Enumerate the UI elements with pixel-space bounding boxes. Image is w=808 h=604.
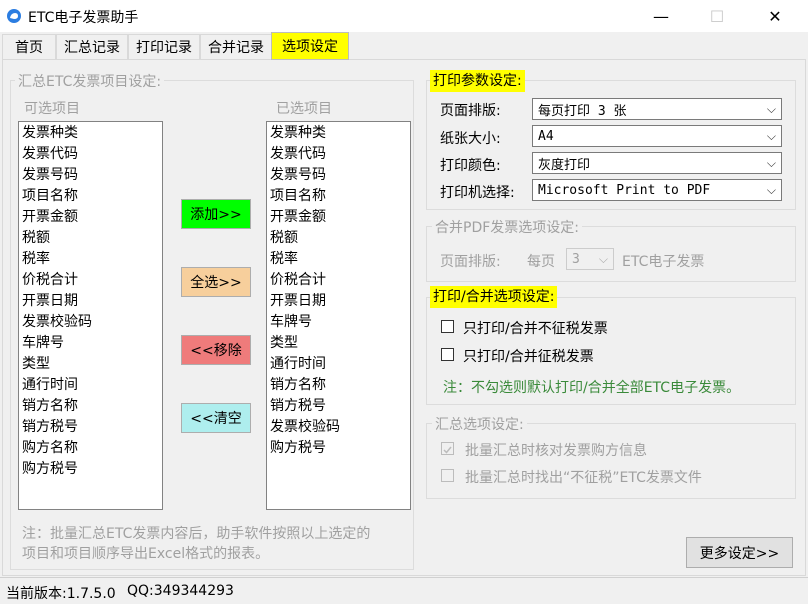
printer-value: Microsoft Print to PDF [538, 182, 711, 198]
list-item[interactable]: 税率 [270, 249, 407, 270]
chevron-down-icon: ⌵ [766, 102, 776, 116]
only-untaxed-label: 只打印/合并不征税发票 [463, 321, 608, 337]
print-merge-note: 注：不勾选则默认打印/合并全部ETC电子发票。 [443, 380, 741, 396]
remove-button[interactable]: <<移除 [181, 335, 251, 365]
merge-layout-label: 页面排版: [440, 254, 501, 270]
list-item[interactable]: 发票号码 [22, 165, 159, 186]
available-items-list[interactable]: 发票种类 发票代码 发票号码 项目名称 开票金额 税额 税率 价税合计 开票日期 发票校验码 车牌号… [18, 121, 163, 510]
only-untaxed-checkbox[interactable] [441, 320, 454, 333]
list-item[interactable]: 车牌号 [22, 333, 159, 354]
list-item[interactable]: 发票代码 [22, 144, 159, 165]
available-items-label: 可选项目 [24, 101, 80, 117]
merge-count-select[interactable]: 3 ⌵ [566, 248, 614, 270]
list-item[interactable]: 类型 [270, 333, 407, 354]
list-item[interactable]: 通行时间 [270, 354, 407, 375]
merge-count-value: 3 [572, 251, 580, 267]
tab-home[interactable]: 首页 [2, 34, 56, 59]
list-item[interactable]: 发票代码 [270, 144, 407, 165]
merge-suffix-label: ETC电子发票 [622, 254, 705, 270]
version-text: 当前版本:1.7.5.0 [6, 586, 116, 602]
chevron-down-icon: ⌵ [766, 156, 776, 170]
list-item[interactable]: 发票校验码 [270, 417, 407, 438]
tab-merge-records[interactable]: 合并记录 [200, 34, 272, 59]
list-item[interactable]: 销方名称 [22, 396, 159, 417]
list-item[interactable]: 项目名称 [22, 186, 159, 207]
summary-options-legend: 汇总选项设定: [432, 414, 527, 434]
select-all-button[interactable]: 全选>> [181, 267, 251, 297]
more-settings-button[interactable]: 更多设定>> [686, 537, 793, 568]
minimize-button[interactable]: — [638, 0, 684, 32]
verify-buyer-checkbox[interactable] [441, 442, 454, 455]
printer-label: 打印机选择: [440, 185, 515, 201]
print-params-legend: 打印参数设定: [430, 70, 525, 92]
list-item[interactable]: 发票号码 [270, 165, 407, 186]
list-item[interactable]: 开票日期 [22, 291, 159, 312]
print-color-select[interactable]: 灰度打印 ⌵ [532, 152, 782, 174]
maximize-button[interactable]: ☐ [694, 0, 740, 32]
tab-summary-records[interactable]: 汇总记录 [56, 34, 128, 59]
list-item[interactable]: 发票种类 [22, 123, 159, 144]
clear-button[interactable]: <<清空 [181, 403, 251, 433]
find-untaxed-label: 批量汇总时找出“不征税”ETC发票文件 [465, 470, 702, 486]
list-item[interactable]: 购方税号 [22, 459, 159, 480]
list-item[interactable]: 项目名称 [270, 186, 407, 207]
printer-select[interactable]: Microsoft Print to PDF ⌵ [532, 179, 782, 201]
only-taxed-checkbox[interactable] [441, 348, 454, 361]
chevron-down-icon: ⌵ [766, 183, 776, 197]
page-layout-value: 每页打印 3 张 [538, 103, 627, 119]
app-logo-icon [7, 9, 21, 23]
window-title: ETC电子发票助手 [28, 10, 139, 26]
list-item[interactable]: 税额 [270, 228, 407, 249]
page-layout-label: 页面排版: [440, 103, 501, 119]
list-item[interactable]: 购方税号 [270, 438, 407, 459]
verify-buyer-label: 批量汇总时核对发票购方信息 [465, 443, 647, 459]
list-item[interactable]: 发票校验码 [22, 312, 159, 333]
tab-print-records[interactable]: 打印记录 [128, 34, 200, 59]
paper-size-label: 纸张大小: [440, 131, 501, 147]
qq-text: QQ:349344293 [127, 583, 234, 599]
list-item[interactable]: 销方名称 [270, 375, 407, 396]
list-item[interactable]: 开票金额 [270, 207, 407, 228]
list-item[interactable]: 销方税号 [22, 417, 159, 438]
summary-items-legend: 汇总ETC发票项目设定: [15, 71, 165, 91]
add-button[interactable]: 添加>> [181, 199, 251, 229]
list-item[interactable]: 价税合计 [270, 270, 407, 291]
paper-size-select[interactable]: A4 ⌵ [532, 125, 782, 147]
selected-items-list[interactable]: 发票种类 发票代码 发票号码 项目名称 开票金额 税额 税率 价税合计 开票日期 车牌号 类型 通行时… [266, 121, 411, 510]
only-taxed-label: 只打印/合并征税发票 [463, 349, 594, 365]
merge-per-page-label: 每页 [527, 254, 555, 270]
merge-pdf-legend: 合并PDF发票选项设定: [432, 217, 582, 237]
list-item[interactable]: 开票金额 [22, 207, 159, 228]
summary-options-group [426, 423, 796, 499]
find-untaxed-checkbox[interactable] [441, 469, 454, 482]
chevron-down-icon: ⌵ [766, 129, 776, 143]
chevron-down-icon: ⌵ [598, 252, 608, 266]
checkmark-icon [443, 446, 452, 454]
tab-options[interactable]: 选项设定 [271, 32, 349, 60]
list-item[interactable]: 税率 [22, 249, 159, 270]
summary-note-line1: 注：批量汇总ETC发票内容后，助手软件按照以上选定的 [22, 526, 371, 542]
list-item[interactable]: 开票日期 [270, 291, 407, 312]
selected-items-label: 已选项目 [276, 101, 332, 117]
print-color-value: 灰度打印 [538, 157, 591, 173]
print-color-label: 打印颜色: [440, 158, 501, 174]
print-merge-options-legend: 打印/合并选项设定: [430, 286, 558, 308]
list-item[interactable]: 价税合计 [22, 270, 159, 291]
summary-note-line2: 项目和项目顺序导出Excel格式的报表。 [22, 546, 270, 562]
list-item[interactable]: 税额 [22, 228, 159, 249]
list-item[interactable]: 类型 [22, 354, 159, 375]
page-layout-select[interactable]: 每页打印 3 张 ⌵ [532, 98, 782, 120]
list-item[interactable]: 发票种类 [270, 123, 407, 144]
paper-size-value: A4 [538, 128, 554, 144]
list-item[interactable]: 车牌号 [270, 312, 407, 333]
status-bar [0, 577, 808, 604]
list-item[interactable]: 通行时间 [22, 375, 159, 396]
close-button[interactable]: ✕ [752, 0, 798, 32]
list-item[interactable]: 销方税号 [270, 396, 407, 417]
list-item[interactable]: 购方名称 [22, 438, 159, 459]
